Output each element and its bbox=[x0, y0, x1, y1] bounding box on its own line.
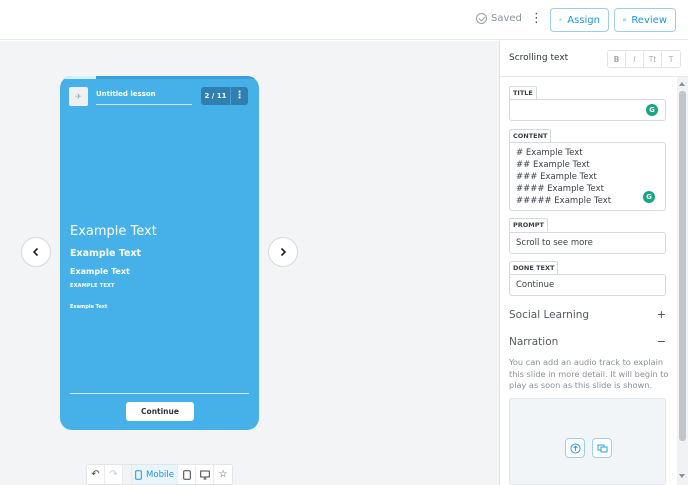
chevron-right-icon bbox=[280, 247, 287, 257]
bold-icon[interactable]: B bbox=[608, 51, 626, 67]
format-toolbar: B I Tt T bbox=[607, 50, 681, 68]
assign-user-icon bbox=[559, 18, 563, 22]
mobile-icon bbox=[135, 469, 142, 480]
grammarly-icon[interactable]: G bbox=[643, 191, 655, 203]
properties-panel: Scrolling text B I Tt T TITLE G CONTENT … bbox=[499, 41, 688, 485]
progress-fill bbox=[60, 76, 96, 79]
prompt-field-label: PROMPT bbox=[509, 218, 548, 231]
content-line: ## Example Text bbox=[516, 160, 590, 170]
text-size-icon[interactable]: Tt bbox=[644, 51, 662, 67]
lesson-logo: ✈ bbox=[69, 87, 88, 106]
heading-2: Example Text bbox=[70, 248, 142, 259]
prompt-field[interactable]: Scroll to see more bbox=[509, 232, 666, 254]
panel-scrollbar[interactable] bbox=[677, 77, 688, 485]
prompt-field-value: Scroll to see more bbox=[516, 238, 593, 248]
done-text-field-value: Continue bbox=[516, 280, 555, 290]
device-toolbar: ↶ ↷ Mobile ☆ bbox=[86, 464, 233, 485]
title-underline bbox=[96, 104, 192, 105]
narration-section[interactable]: Narration − bbox=[509, 335, 666, 348]
expand-plus-icon[interactable]: + bbox=[657, 308, 666, 321]
content-line: ##### Example Text bbox=[516, 196, 612, 206]
content-line: ### Example Text bbox=[516, 172, 597, 182]
panel-title: Scrolling text bbox=[509, 53, 569, 63]
narration-label: Narration bbox=[509, 335, 559, 348]
content-text: # Example Text ## Example Text ### Examp… bbox=[510, 143, 665, 211]
mobile-label: Mobile bbox=[146, 469, 174, 480]
record-audio-button[interactable] bbox=[592, 438, 612, 458]
grammarly-icon[interactable]: G bbox=[646, 104, 658, 116]
saved-label: Saved bbox=[491, 13, 522, 24]
slide-counter[interactable]: 2 / 11 ⋮ bbox=[201, 87, 248, 105]
heading-1: Example Text bbox=[70, 224, 157, 239]
title-field[interactable]: G bbox=[509, 99, 666, 121]
lesson-progress-bar bbox=[60, 76, 259, 79]
upload-icon bbox=[569, 442, 581, 454]
upload-audio-button[interactable] bbox=[565, 438, 585, 458]
review-label: Review bbox=[631, 14, 667, 26]
heading-4: EXAMPLE TEXT bbox=[70, 283, 115, 289]
content-field[interactable]: # Example Text ## Example Text ### Examp… bbox=[509, 142, 666, 211]
assign-label: Assign bbox=[567, 14, 600, 26]
italic-icon[interactable]: I bbox=[626, 51, 644, 67]
done-text-field-label: DONE TEXT bbox=[509, 261, 559, 274]
content-field-label: CONTENT bbox=[509, 129, 552, 142]
continue-button[interactable]: Continue bbox=[126, 402, 194, 421]
scroll-down-icon[interactable] bbox=[679, 474, 685, 478]
content-line: #### Example Text bbox=[516, 184, 604, 194]
toolbar-spacer bbox=[123, 465, 132, 484]
lesson-title: Untitled lesson bbox=[96, 90, 156, 98]
panel-header: Scrolling text B I Tt T bbox=[500, 41, 688, 77]
mobile-view-button[interactable]: Mobile bbox=[132, 465, 178, 484]
undo-icon[interactable]: ↶ bbox=[87, 465, 105, 484]
star-icon[interactable]: ☆ bbox=[214, 465, 232, 484]
slide-counter-number: 2 / 11 bbox=[201, 87, 231, 105]
media-library-icon bbox=[597, 444, 607, 452]
saved-status: Saved bbox=[476, 13, 522, 24]
next-slide-button[interactable] bbox=[268, 237, 298, 267]
collapse-minus-icon[interactable]: − bbox=[657, 335, 666, 348]
top-bar: Saved ⋮ Assign Review bbox=[0, 0, 688, 40]
desktop-icon[interactable] bbox=[196, 465, 214, 484]
more-options-icon[interactable]: ⋮ bbox=[530, 12, 543, 26]
slide-menu-icon[interactable]: ⋮ bbox=[231, 87, 248, 105]
heading-5: Example Text bbox=[70, 304, 108, 310]
social-learning-label: Social Learning bbox=[509, 308, 590, 321]
text-style-icon[interactable]: T bbox=[662, 51, 680, 67]
slide-divider bbox=[70, 393, 249, 394]
review-button[interactable]: Review bbox=[614, 8, 676, 32]
content-line: # Example Text bbox=[516, 148, 583, 158]
chevron-left-icon bbox=[32, 247, 39, 257]
slide-preview: ✈ Untitled lesson 2 / 11 ⋮ Example Text … bbox=[60, 76, 259, 430]
audio-upload-area[interactable] bbox=[509, 398, 666, 485]
scroll-thumb[interactable] bbox=[679, 91, 686, 441]
check-circle-icon bbox=[476, 13, 487, 24]
assign-button[interactable]: Assign bbox=[550, 8, 609, 32]
tablet-icon[interactable] bbox=[178, 465, 196, 484]
narration-help-text: You can add an audio track to explain th… bbox=[509, 357, 669, 390]
heading-3: Example Text bbox=[70, 267, 130, 276]
preview-canvas: ✈ Untitled lesson 2 / 11 ⋮ Example Text … bbox=[0, 41, 499, 485]
scroll-up-icon[interactable] bbox=[679, 82, 685, 86]
title-field-label: TITLE bbox=[509, 86, 537, 99]
previous-slide-button[interactable] bbox=[21, 237, 51, 267]
redo-icon[interactable]: ↷ bbox=[105, 465, 123, 484]
done-text-field[interactable]: Continue bbox=[509, 274, 666, 296]
social-learning-section[interactable]: Social Learning + bbox=[509, 308, 666, 321]
comment-icon bbox=[623, 18, 627, 22]
